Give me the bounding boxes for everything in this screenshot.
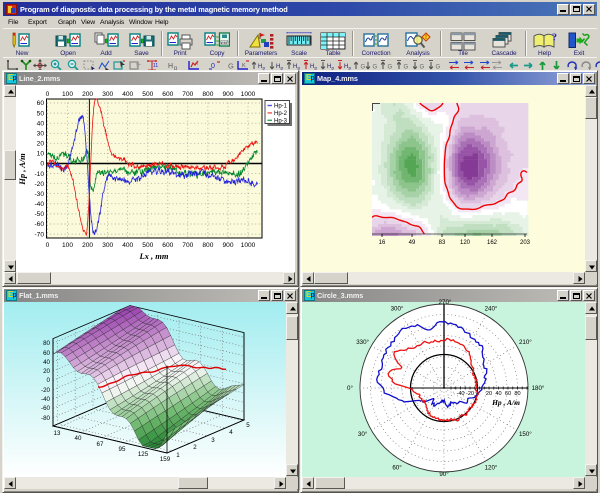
svg-text:4: 4	[229, 429, 233, 436]
svg-text:-: -	[468, 63, 470, 67]
svg-text:1000: 1000	[241, 91, 256, 98]
svg-text:13: 13	[54, 430, 61, 437]
svg-text:20: 20	[43, 368, 50, 375]
svg-text:700: 700	[182, 91, 193, 98]
svg-text:2: 2	[193, 444, 197, 451]
svg-text:H: H	[168, 63, 173, 70]
svg-text:-20: -20	[34, 181, 44, 188]
svg-text:10: 10	[37, 151, 45, 158]
svg-text:100: 100	[62, 91, 73, 98]
svg-text:H: H	[195, 61, 198, 66]
svg-text:!: !	[425, 35, 427, 41]
svg-text:80: 80	[514, 391, 520, 397]
svg-text:30: 30	[37, 131, 45, 138]
svg-text:90°: 90°	[439, 471, 449, 477]
svg-text:600: 600	[162, 242, 173, 249]
svg-text:200: 200	[82, 242, 93, 249]
svg-text:800: 800	[202, 91, 213, 98]
svg-text:180°: 180°	[532, 385, 545, 392]
svg-text:Lx , mm: Lx , mm	[138, 251, 168, 261]
svg-text:50: 50	[37, 110, 45, 117]
svg-text:-40: -40	[41, 396, 51, 403]
svg-text:162: 162	[487, 240, 498, 246]
svg-text:60: 60	[505, 391, 511, 397]
svg-text:200: 200	[82, 91, 93, 98]
svg-text:Hp-3: Hp-3	[274, 119, 288, 125]
svg-text:49: 49	[409, 240, 416, 246]
svg-text:700: 700	[182, 242, 193, 249]
svg-text:203: 203	[520, 240, 531, 246]
svg-text:0: 0	[46, 242, 50, 249]
svg-text:-20: -20	[41, 387, 51, 394]
svg-text:-70: -70	[34, 231, 44, 238]
svg-text:240°: 240°	[485, 305, 498, 312]
svg-text:16: 16	[379, 240, 386, 246]
svg-text:Hp-2: Hp-2	[274, 111, 288, 117]
svg-text:-: -	[484, 63, 486, 67]
svg-text:150°: 150°	[519, 431, 532, 438]
svg-text:-10: -10	[34, 171, 44, 178]
svg-text:-: -	[496, 63, 498, 67]
svg-text:95: 95	[119, 446, 126, 453]
svg-text:300: 300	[102, 242, 113, 249]
svg-text:60: 60	[43, 350, 50, 357]
svg-text:20: 20	[486, 391, 492, 397]
svg-text:Hp , A/m: Hp , A/m	[17, 153, 27, 186]
svg-text:1000: 1000	[241, 242, 256, 249]
svg-text:0: 0	[46, 91, 50, 98]
svg-text:300: 300	[102, 91, 113, 98]
svg-text:Hp-1: Hp-1	[274, 104, 288, 110]
svg-text:0: 0	[40, 161, 44, 168]
svg-text:400: 400	[122, 242, 133, 249]
svg-text:11: 11	[153, 63, 158, 69]
svg-text:500: 500	[142, 91, 153, 98]
svg-text:-: -	[453, 63, 455, 67]
svg-text:WMF: WMF	[221, 41, 229, 45]
svg-text:80: 80	[43, 340, 50, 347]
svg-text:-20: -20	[466, 391, 474, 397]
svg-text:600: 600	[162, 91, 173, 98]
svg-text:?: ?	[552, 33, 557, 44]
svg-text:40: 40	[495, 391, 501, 397]
svg-text:500: 500	[142, 242, 153, 249]
svg-text:30°: 30°	[358, 431, 368, 438]
svg-text:83: 83	[439, 240, 446, 246]
svg-text:-50: -50	[34, 211, 44, 218]
svg-text:-60: -60	[34, 221, 44, 228]
svg-text:100: 100	[62, 242, 73, 249]
svg-text:-40: -40	[456, 391, 464, 397]
svg-text:210°: 210°	[519, 339, 532, 346]
svg-text:60°: 60°	[392, 465, 402, 472]
svg-text:120: 120	[460, 240, 471, 246]
svg-text:K: K	[242, 63, 246, 69]
svg-text:5: 5	[246, 422, 250, 429]
svg-text:-30: -30	[34, 191, 44, 198]
svg-text:300°: 300°	[391, 305, 404, 312]
svg-text:40: 40	[37, 120, 45, 127]
svg-text:20: 20	[37, 141, 45, 148]
svg-text:67: 67	[97, 441, 104, 448]
svg-text:900: 900	[222, 91, 233, 98]
svg-text:Hp , A/m: Hp , A/m	[491, 398, 520, 407]
svg-text:330°: 330°	[356, 339, 369, 346]
svg-text:-40: -40	[34, 201, 44, 208]
svg-text:40: 40	[75, 435, 82, 442]
svg-text:3: 3	[211, 437, 215, 444]
svg-text:0°: 0°	[347, 385, 353, 392]
svg-text:800: 800	[202, 242, 213, 249]
svg-text:60: 60	[37, 100, 45, 107]
svg-text:400: 400	[122, 91, 133, 98]
svg-text:1: 1	[176, 452, 180, 459]
svg-text:120°: 120°	[485, 465, 498, 472]
svg-text:900: 900	[222, 242, 233, 249]
svg-text:159: 159	[160, 456, 171, 463]
svg-text:-80: -80	[41, 415, 51, 422]
svg-text:125: 125	[138, 451, 149, 458]
svg-text:0: 0	[47, 377, 51, 384]
svg-text:40: 40	[43, 359, 50, 366]
svg-text:-60: -60	[41, 405, 51, 412]
